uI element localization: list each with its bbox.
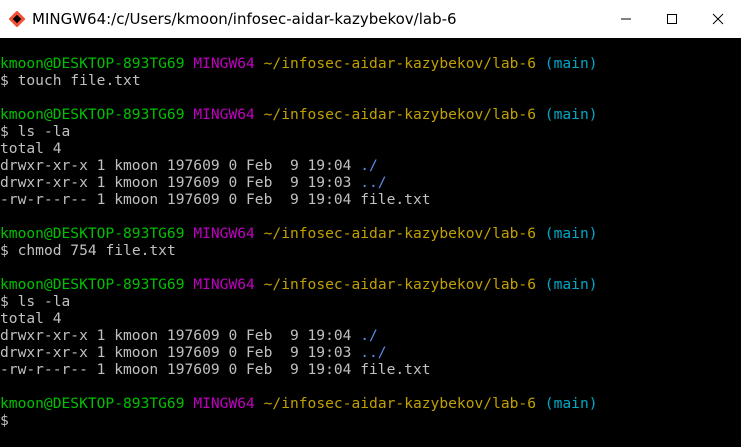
- output-text: total 4: [0, 140, 62, 157]
- output-text: drwxr-xr-x 1 kmoon 197609 0 Feb 9 19:03: [0, 344, 361, 361]
- terminal-window: MINGW64:/c/Users/kmoon/infosec-aidar-kaz…: [0, 0, 741, 447]
- prompt-user: kmoon@DESKTOP-893TG69: [0, 106, 185, 123]
- prompt-env: MINGW64: [193, 395, 255, 412]
- close-button[interactable]: [695, 0, 741, 38]
- prompt-path: ~/infosec-aidar-kazybekov/lab-6: [263, 55, 536, 72]
- output-line: drwxr-xr-x 1 kmoon 197609 0 Feb 9 19:04 …: [0, 327, 727, 344]
- file-name: ../: [360, 174, 387, 191]
- prompt-env: MINGW64: [193, 55, 255, 72]
- output-line: -rw-r--r-- 1 kmoon 197609 0 Feb 9 19:04 …: [0, 191, 727, 208]
- output-text: drwxr-xr-x 1 kmoon 197609 0 Feb 9 19:04: [0, 327, 361, 344]
- file-name: ./: [360, 157, 378, 174]
- prompt-user: kmoon@DESKTOP-893TG69: [0, 276, 185, 293]
- prompt-user: kmoon@DESKTOP-893TG69: [0, 225, 185, 242]
- command-text: touch file.txt: [17, 72, 141, 89]
- output-line: total 4: [0, 310, 727, 327]
- command-line: $ chmod 754 file.txt: [0, 242, 727, 259]
- command-line: $ ls -la: [0, 123, 727, 140]
- output-text: -rw-r--r-- 1 kmoon 197609 0 Feb 9 19:04: [0, 191, 361, 208]
- maximize-button[interactable]: [649, 0, 695, 38]
- window-title: MINGW64:/c/Users/kmoon/infosec-aidar-kaz…: [32, 10, 457, 28]
- prompt-branch: (main): [544, 225, 598, 242]
- prompt-symbol: $: [0, 72, 9, 89]
- command-text: ls -la: [17, 293, 71, 310]
- prompt-user: kmoon@DESKTOP-893TG69: [0, 395, 185, 412]
- prompt-path: ~/infosec-aidar-kazybekov/lab-6: [263, 276, 536, 293]
- command-text: chmod 754 file.txt: [17, 242, 176, 259]
- prompt-line: kmoon@DESKTOP-893TG69 MINGW64 ~/infosec-…: [0, 276, 727, 293]
- output-line: drwxr-xr-x 1 kmoon 197609 0 Feb 9 19:03 …: [0, 174, 727, 191]
- prompt-branch: (main): [544, 276, 598, 293]
- output-line: drwxr-xr-x 1 kmoon 197609 0 Feb 9 19:03 …: [0, 344, 727, 361]
- prompt-env: MINGW64: [193, 276, 255, 293]
- minimize-button[interactable]: [603, 0, 649, 38]
- file-name: ./: [360, 327, 378, 344]
- command-line: $: [0, 412, 727, 429]
- scrollbar[interactable]: [727, 38, 741, 447]
- minimize-icon: [621, 18, 631, 20]
- prompt-path: ~/infosec-aidar-kazybekov/lab-6: [263, 395, 536, 412]
- prompt-branch: (main): [544, 395, 598, 412]
- output-text: drwxr-xr-x 1 kmoon 197609 0 Feb 9 19:04: [0, 157, 361, 174]
- prompt-symbol: $: [0, 412, 9, 429]
- output-line: total 4: [0, 140, 727, 157]
- output-text: -rw-r--r-- 1 kmoon 197609 0 Feb 9 19:04: [0, 361, 361, 378]
- close-icon: [712, 13, 724, 25]
- prompt-line: kmoon@DESKTOP-893TG69 MINGW64 ~/infosec-…: [0, 106, 727, 123]
- output-text: total 4: [0, 310, 62, 327]
- prompt-line: kmoon@DESKTOP-893TG69 MINGW64 ~/infosec-…: [0, 55, 727, 72]
- file-name: ../: [360, 344, 387, 361]
- file-name: file.txt: [360, 191, 431, 208]
- prompt-symbol: $: [0, 293, 9, 310]
- maximize-icon: [667, 14, 677, 24]
- command-line: $ ls -la: [0, 293, 727, 310]
- file-name: file.txt: [360, 361, 431, 378]
- prompt-env: MINGW64: [193, 106, 255, 123]
- command-line: $ touch file.txt: [0, 72, 727, 89]
- prompt-path: ~/infosec-aidar-kazybekov/lab-6: [263, 225, 536, 242]
- prompt-line: kmoon@DESKTOP-893TG69 MINGW64 ~/infosec-…: [0, 395, 727, 412]
- prompt-env: MINGW64: [193, 225, 255, 242]
- prompt-line: kmoon@DESKTOP-893TG69 MINGW64 ~/infosec-…: [0, 225, 727, 242]
- prompt-user: kmoon@DESKTOP-893TG69: [0, 55, 185, 72]
- output-line: drwxr-xr-x 1 kmoon 197609 0 Feb 9 19:04 …: [0, 157, 727, 174]
- prompt-path: ~/infosec-aidar-kazybekov/lab-6: [263, 106, 536, 123]
- output-text: drwxr-xr-x 1 kmoon 197609 0 Feb 9 19:03: [0, 174, 361, 191]
- terminal-output[interactable]: kmoon@DESKTOP-893TG69 MINGW64 ~/infosec-…: [0, 38, 727, 447]
- git-bash-icon: [8, 10, 26, 28]
- output-line: -rw-r--r-- 1 kmoon 197609 0 Feb 9 19:04 …: [0, 361, 727, 378]
- prompt-branch: (main): [544, 106, 598, 123]
- prompt-branch: (main): [544, 55, 598, 72]
- prompt-symbol: $: [0, 123, 9, 140]
- prompt-symbol: $: [0, 242, 9, 259]
- command-text: ls -la: [17, 123, 71, 140]
- title-bar[interactable]: MINGW64:/c/Users/kmoon/infosec-aidar-kaz…: [0, 0, 741, 38]
